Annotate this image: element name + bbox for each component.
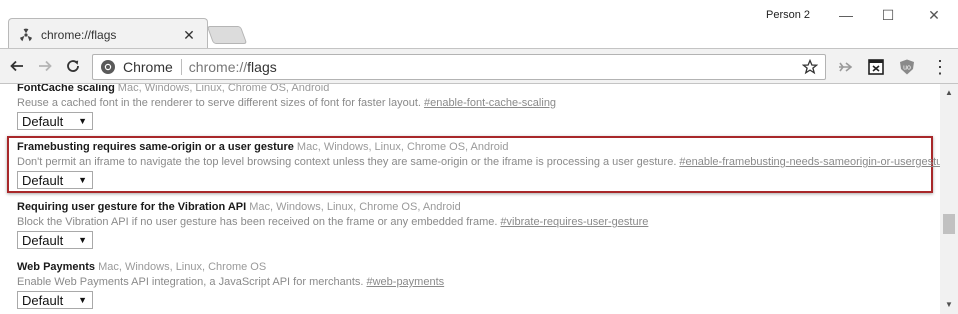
flag-title: Web Payments Mac, Windows, Linux, Chrome … <box>17 260 923 274</box>
url-host: flags <box>247 59 277 75</box>
flag-select-value: Default <box>22 292 64 308</box>
flag-entry: Web Payments Mac, Windows, Linux, Chrome … <box>10 260 930 309</box>
flag-anchor-link[interactable]: #vibrate-requires-user-gesture <box>500 216 648 228</box>
flag-title: Framebusting requires same-origin or a u… <box>17 140 923 154</box>
flag-anchor-link[interactable]: #enable-framebusting-needs-sameorigin-or… <box>679 156 940 168</box>
profile-name[interactable]: Person 2 <box>766 9 810 21</box>
flag-name: Web Payments <box>17 261 96 273</box>
flag-description-text: Enable Web Payments API integration, a J… <box>17 276 364 288</box>
tab-title: chrome://flags <box>41 28 117 42</box>
scroll-thumb[interactable] <box>943 214 955 234</box>
flag-description: Reuse a cached font in the renderer to s… <box>17 96 923 110</box>
vertical-scrollbar[interactable]: ▲ ▼ <box>940 84 958 314</box>
flag-entry-highlighted: Framebusting requires same-origin or a u… <box>10 140 940 189</box>
flag-description-text: Block the Vibration API if no user gestu… <box>17 216 498 228</box>
flag-title: Requiring user gesture for the Vibration… <box>17 200 923 214</box>
flag-select[interactable]: Default ▼ <box>17 112 93 130</box>
flags-favicon-icon <box>19 28 33 42</box>
scroll-up-arrow-icon[interactable]: ▲ <box>940 86 958 100</box>
dropdown-arrow-icon: ▼ <box>78 116 87 126</box>
omnibox-divider <box>180 59 182 75</box>
close-window-button[interactable]: ✕ <box>914 4 954 28</box>
flag-select[interactable]: Default ▼ <box>17 291 93 309</box>
dropdown-arrow-icon: ▼ <box>78 175 87 185</box>
flag-title: FontCache scaling Mac, Windows, Linux, Ch… <box>17 84 923 95</box>
arrow-left-icon <box>10 60 23 72</box>
scroll-down-arrow-icon[interactable]: ▼ <box>940 298 958 312</box>
flag-anchor-link[interactable]: #web-payments <box>366 276 444 288</box>
extension-shield-icon[interactable]: uo <box>897 57 917 77</box>
flag-platforms: Mac, Windows, Linux, Chrome OS, Android <box>117 84 330 94</box>
svg-text:uo: uo <box>903 65 911 72</box>
flag-entry: Requiring user gesture for the Vibration… <box>10 200 930 249</box>
flag-entry: FontCache scaling Mac, Windows, Linux, Ch… <box>10 84 930 130</box>
flag-description-text: Reuse a cached font in the renderer to s… <box>17 97 421 109</box>
flag-name: FontCache scaling <box>17 84 115 94</box>
security-chip-label[interactable]: Chrome <box>123 59 173 75</box>
flag-description: Don't permit an iframe to navigate the t… <box>17 155 940 169</box>
dropdown-arrow-icon: ▼ <box>78 235 87 245</box>
flag-select-value: Default <box>22 113 64 129</box>
flags-page: FontCache scaling Mac, Windows, Linux, Ch… <box>0 84 940 314</box>
flag-description: Block the Vibration API if no user gestu… <box>17 215 923 229</box>
browser-toolbar: Chrome chrome://flags uo ⋮ <box>0 48 958 84</box>
chrome-menu-button[interactable]: ⋮ <box>930 57 950 77</box>
new-tab-button[interactable] <box>206 26 248 44</box>
chrome-page-icon[interactable] <box>99 58 117 76</box>
tab-chrome-flags[interactable]: chrome://flags ✕ <box>8 18 208 48</box>
flag-description: Enable Web Payments API integration, a J… <box>17 275 923 289</box>
arrow-right-icon <box>39 60 52 72</box>
reload-icon <box>67 60 79 72</box>
dropdown-arrow-icon: ▼ <box>78 295 87 305</box>
flag-platforms: Mac, Windows, Linux, Chrome OS, Android <box>249 201 461 213</box>
flag-anchor-link[interactable]: #enable-font-cache-scaling <box>424 97 556 109</box>
flag-platforms: Mac, Windows, Linux, Chrome OS, Android <box>296 141 509 153</box>
flag-description-text: Don't permit an iframe to navigate the t… <box>17 156 677 168</box>
tab-content: chrome://flags ✕ <box>19 26 197 44</box>
flag-select-value: Default <box>22 172 64 188</box>
tab-close-icon[interactable]: ✕ <box>181 27 197 43</box>
forward-button[interactable] <box>34 55 56 77</box>
flag-name: Framebusting requires same-origin or a u… <box>17 141 294 153</box>
url-scheme: chrome:// <box>188 59 248 75</box>
flag-select[interactable]: Default ▼ <box>17 231 93 249</box>
bookmark-star-icon[interactable] <box>799 56 821 78</box>
flag-select-value: Default <box>22 232 64 248</box>
reload-button[interactable] <box>62 55 84 77</box>
back-button[interactable] <box>6 55 28 77</box>
minimize-button[interactable]: — <box>826 4 866 28</box>
extension-arrow-icon[interactable] <box>836 57 856 77</box>
flag-select[interactable]: Default ▼ <box>17 171 93 189</box>
address-bar[interactable]: Chrome chrome://flags <box>92 54 826 80</box>
extension-box-icon[interactable] <box>866 57 886 77</box>
maximize-button[interactable]: ☐ <box>868 4 908 28</box>
title-bar: chrome://flags ✕ Person 2 — ☐ ✕ <box>0 0 958 48</box>
url-text[interactable]: chrome://flags <box>189 59 799 75</box>
flag-platforms: Mac, Windows, Linux, Chrome OS <box>98 261 267 273</box>
flag-name: Requiring user gesture for the Vibration… <box>17 201 247 213</box>
